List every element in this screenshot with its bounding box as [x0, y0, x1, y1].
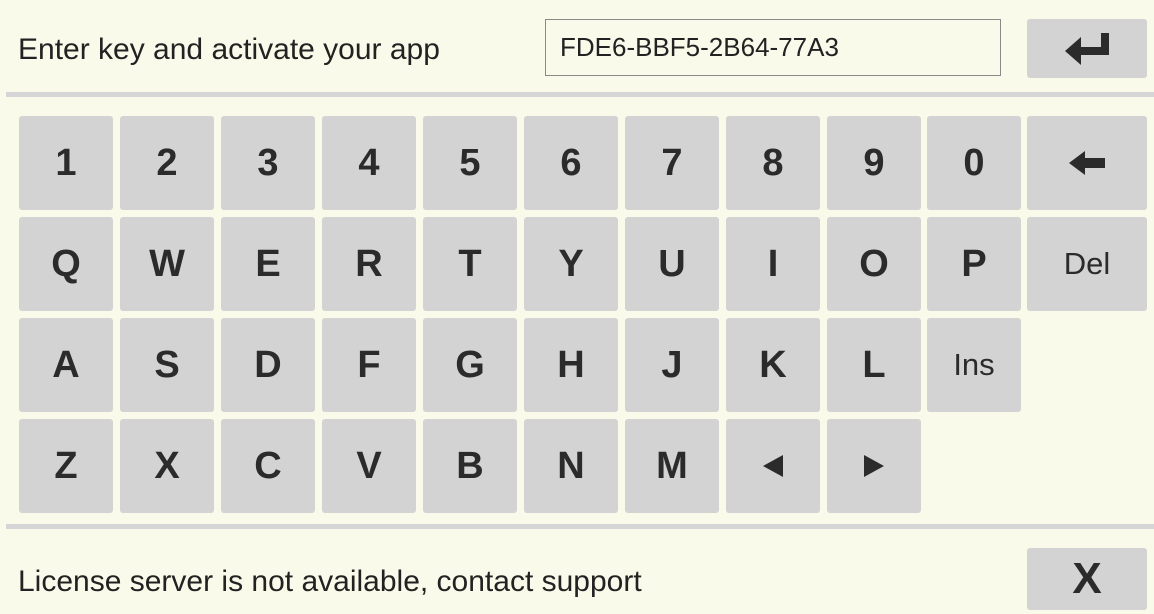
top-divider [6, 92, 1154, 97]
cursor-left-button[interactable] [726, 419, 820, 513]
key-1[interactable]: 1 [19, 116, 113, 210]
key-8[interactable]: 8 [726, 116, 820, 210]
key-r[interactable]: R [322, 217, 416, 311]
key-4[interactable]: 4 [322, 116, 416, 210]
close-button[interactable]: X [1027, 548, 1147, 610]
key-a[interactable]: A [19, 318, 113, 412]
key-z[interactable]: Z [19, 419, 113, 513]
delete-button[interactable]: Del [1027, 217, 1147, 311]
key-e[interactable]: E [221, 217, 315, 311]
key-j[interactable]: J [625, 318, 719, 412]
key-9[interactable]: 9 [827, 116, 921, 210]
key-l[interactable]: L [827, 318, 921, 412]
cursor-right-button[interactable] [827, 419, 921, 513]
license-key-input[interactable] [545, 19, 1001, 76]
key-d[interactable]: D [221, 318, 315, 412]
key-n[interactable]: N [524, 419, 618, 513]
key-t[interactable]: T [423, 217, 517, 311]
key-k[interactable]: K [726, 318, 820, 412]
backspace-button[interactable] [1027, 116, 1147, 210]
key-m[interactable]: M [625, 419, 719, 513]
triangle-left-icon [763, 455, 783, 477]
key-s[interactable]: S [120, 318, 214, 412]
enter-button[interactable] [1027, 19, 1147, 78]
key-0[interactable]: 0 [927, 116, 1021, 210]
key-h[interactable]: H [524, 318, 618, 412]
key-6[interactable]: 6 [524, 116, 618, 210]
key-f[interactable]: F [322, 318, 416, 412]
key-p[interactable]: P [927, 217, 1021, 311]
key-o[interactable]: O [827, 217, 921, 311]
triangle-right-icon [864, 455, 884, 477]
key-3[interactable]: 3 [221, 116, 315, 210]
status-message: License server is not available, contact… [18, 565, 642, 598]
insert-button[interactable]: Ins [927, 318, 1021, 412]
prompt-label: Enter key and activate your app [18, 33, 440, 66]
bottom-divider [6, 524, 1154, 529]
key-c[interactable]: C [221, 419, 315, 513]
key-x[interactable]: X [120, 419, 214, 513]
key-q[interactable]: Q [19, 217, 113, 311]
backspace-arrow-icon [1069, 151, 1105, 175]
key-b[interactable]: B [423, 419, 517, 513]
key-7[interactable]: 7 [625, 116, 719, 210]
key-2[interactable]: 2 [120, 116, 214, 210]
key-i[interactable]: I [726, 217, 820, 311]
key-u[interactable]: U [625, 217, 719, 311]
key-w[interactable]: W [120, 217, 214, 311]
key-y[interactable]: Y [524, 217, 618, 311]
enter-return-icon [1063, 29, 1111, 69]
key-g[interactable]: G [423, 318, 517, 412]
key-5[interactable]: 5 [423, 116, 517, 210]
key-v[interactable]: V [322, 419, 416, 513]
